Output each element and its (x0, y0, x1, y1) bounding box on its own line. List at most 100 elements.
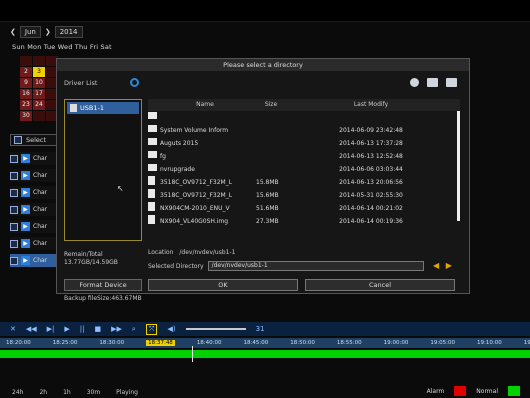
next-month-icon[interactable]: ❯ (45, 28, 51, 36)
toolbar-icons (410, 78, 457, 87)
calendar-day[interactable]: 16 (20, 89, 32, 99)
channel-label: Char (33, 240, 48, 247)
col-header-size: Size (264, 101, 278, 108)
check-icon[interactable] (10, 222, 18, 231)
calendar-day[interactable]: 23 (20, 100, 32, 110)
new-folder-icon[interactable] (427, 78, 438, 87)
table-row[interactable]: NX904_VL40G0SH.img 27.3MB 2014-06-14 00:19… (148, 214, 460, 228)
volume-slider[interactable] (185, 328, 246, 330)
format-device-button[interactable]: Format Device (64, 279, 142, 291)
volume-icon[interactable]: ◀) (167, 325, 175, 333)
vertical-scrollbar[interactable] (457, 111, 460, 221)
check-icon[interactable] (10, 239, 18, 248)
folder-icon (148, 151, 157, 158)
calendar-day[interactable] (33, 56, 45, 66)
file-name: NX904_VL40G0SH.img (160, 218, 229, 225)
table-row[interactable]: Auguts 2015 2014-06-13 17:37:28 (148, 137, 460, 150)
legend-alarm-label: Alarm (426, 387, 445, 395)
file-modified: 2014-06-09 23:42:48 (339, 127, 403, 134)
play-icon[interactable]: ▶ (64, 325, 69, 333)
play-icon: ▶ (21, 256, 30, 265)
file-modified: 2014-05-31 02:55:30 (339, 192, 403, 199)
table-row[interactable]: NX904CM-2010_ENU_V 51.6MB 2014-06-14 00:21… (148, 201, 460, 215)
cut-icon[interactable]: ✕ (10, 325, 16, 333)
timeline-tick-label: 18:40:00 (196, 340, 222, 346)
zoom-1h[interactable]: 1h (63, 389, 71, 396)
channel-label: Char (33, 189, 48, 196)
timeline-tick-label: 18:37:48 (146, 340, 175, 346)
table-row[interactable]: 3518C_OV9712_F32M_L 15.8MB 2014-06-13 20:0… (148, 175, 460, 189)
rewind-icon[interactable]: ◀◀ (26, 325, 37, 333)
legend: Alarm Normal (427, 386, 520, 396)
check-icon[interactable] (10, 154, 18, 163)
timeline-ruler[interactable]: 18:20:00 18:25:00 18:30:00 18:37:48 18:40:00… (0, 338, 530, 348)
calendar-grid: 2 3 9 10 16 17 23 24 30 (20, 56, 58, 121)
col-header-modified: Last Modify (353, 101, 389, 108)
cancel-button[interactable]: Cancel (305, 279, 455, 291)
file-name: Auguts 2015 (160, 140, 199, 147)
stop-icon[interactable]: ■ (95, 325, 102, 333)
file-name: NX904CM-2010_ENU_V (160, 205, 230, 212)
file-name: 3518C_OV9712_F32M_L (160, 179, 233, 186)
file-size: 15.6MB (256, 192, 279, 199)
table-row[interactable]: fg 2014-06-13 12:52:48 (148, 150, 460, 163)
page-arrows-icon[interactable]: ◀ ▶ (433, 261, 454, 270)
calendar-day[interactable]: 2 (20, 67, 32, 77)
channel-label: Char (33, 155, 48, 162)
col-header-name: Name (196, 101, 214, 108)
refresh-icon[interactable] (130, 78, 139, 87)
prev-month-icon[interactable]: ❮ (10, 28, 16, 36)
step-back-icon[interactable]: ▶| (47, 325, 55, 333)
check-icon[interactable] (10, 171, 18, 180)
calendar-day[interactable]: 30 (20, 111, 32, 121)
calendar-day[interactable]: 3 (33, 67, 45, 77)
table-body: System Volume Inform 2014-06-09 23:42:48 A… (148, 111, 460, 228)
selected-dir-input[interactable]: /dev/nvdev/usb1-1 (207, 261, 424, 271)
folder-icon (148, 112, 157, 119)
usb-drive-icon (70, 104, 77, 112)
check-icon[interactable] (10, 256, 18, 265)
calendar-day[interactable]: 17 (33, 89, 45, 99)
calendar-day[interactable]: 24 (33, 100, 45, 110)
zoom-30m[interactable]: 30m (87, 389, 100, 396)
file-size: 51.6MB (256, 205, 279, 212)
fast-forward-icon[interactable]: ▶▶ (111, 325, 122, 333)
alarm-swatch (454, 386, 467, 396)
file-modified: 2014-06-13 17:37:28 (339, 140, 403, 147)
folder-icon (148, 138, 157, 145)
month-value[interactable]: Jun (19, 26, 41, 38)
ok-button[interactable]: OK (148, 279, 298, 291)
recording-bar[interactable] (0, 350, 530, 358)
location-value: /dev/nvdev/usb1-1 (179, 249, 236, 256)
drive-list: USB1-1 ↖ (64, 99, 142, 241)
top-bar (0, 0, 530, 22)
check-icon[interactable] (10, 188, 18, 197)
zoom-icon[interactable]: ⌕ (132, 325, 136, 334)
calendar-day[interactable] (33, 111, 45, 121)
file-icon (148, 214, 155, 224)
drive-item-usb[interactable]: USB1-1 (67, 102, 139, 114)
timeline-cursor (192, 346, 193, 362)
table-row[interactable] (148, 111, 460, 124)
play-icon: ▶ (21, 188, 30, 197)
folder-icon[interactable] (446, 78, 457, 87)
calendar-day[interactable] (20, 56, 32, 66)
table-row[interactable]: nvrupgrade 2014-06-06 03:03:44 (148, 163, 460, 176)
remain-total-value: 13.77GB/14.59GB (64, 259, 118, 266)
calendar-day[interactable]: 9 (20, 78, 32, 88)
file-name: nvrupgrade (160, 166, 195, 173)
record-icon[interactable] (410, 78, 419, 87)
zoom-24h[interactable]: 24h (12, 389, 23, 396)
table-row[interactable]: 3518C_OV9712_F32M_L 15.6MB 2014-05-31 02:5… (148, 188, 460, 202)
pause-icon[interactable]: || (80, 325, 85, 333)
file-modified: 2014-06-14 00:19:36 (339, 218, 403, 225)
check-icon[interactable] (10, 205, 18, 214)
table-row[interactable]: System Volume Inform 2014-06-09 23:42:48 (148, 124, 460, 137)
year-value[interactable]: 2014 (54, 26, 83, 38)
backup-icon[interactable]: ⤧ (145, 323, 158, 335)
remain-total: Remain/Total 13.77GB/14.59GB (64, 251, 118, 267)
calendar-day[interactable]: 10 (33, 78, 45, 88)
file-name: System Volume Inform (160, 127, 229, 134)
zoom-2h[interactable]: 2h (39, 389, 47, 396)
file-modified: 2014-06-14 00:21:02 (339, 205, 403, 212)
